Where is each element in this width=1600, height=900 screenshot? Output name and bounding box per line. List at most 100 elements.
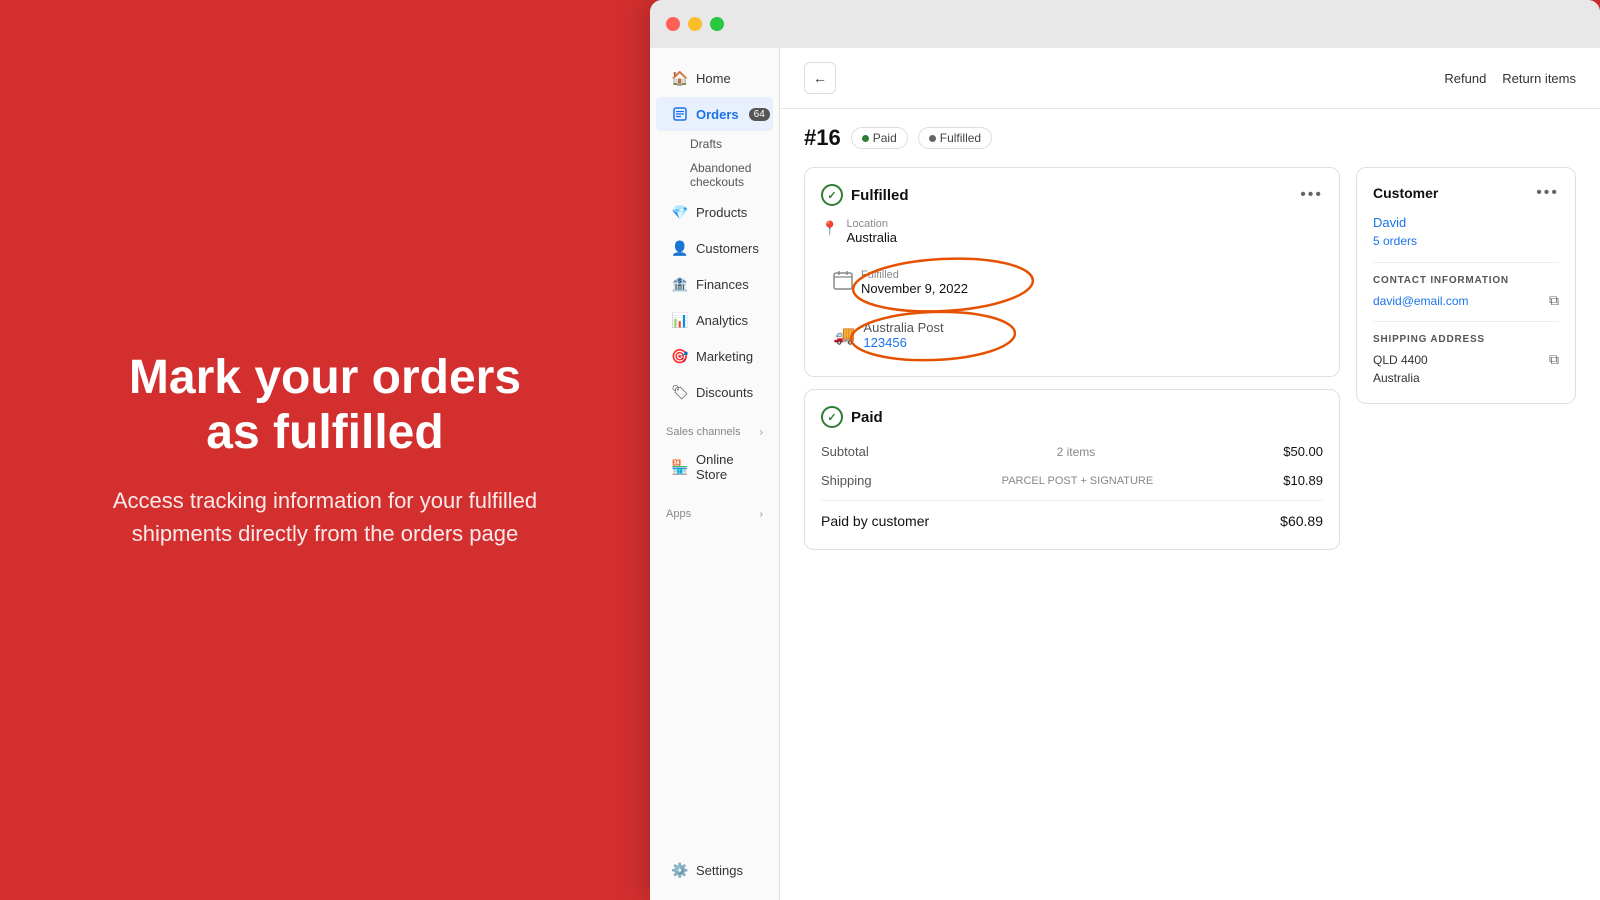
paid-label: Paid <box>873 131 897 145</box>
shipping-address-label: SHIPPING ADDRESS <box>1373 334 1559 345</box>
apps-chevron: › <box>760 509 763 520</box>
sidebar-label-customers: Customers <box>696 241 759 256</box>
marketing-icon: 🎯 <box>672 348 688 364</box>
fulfilled-card: ✓ Fulfilled ••• 📍 Location Austra <box>804 167 1340 377</box>
fulfillment-icon <box>833 270 853 295</box>
subtotal-row: Subtotal 2 items $50.00 <box>821 440 1323 463</box>
sidebar-item-abandoned[interactable]: Abandoned checkouts <box>650 156 779 194</box>
content-grid: ✓ Fulfilled ••• 📍 Location Austra <box>804 167 1576 550</box>
sidebar-item-finances[interactable]: 🏦 Finances <box>656 267 773 301</box>
main-column: ✓ Fulfilled ••• 📍 Location Austra <box>804 167 1340 550</box>
sidebar-item-discounts[interactable]: 🏷 Discounts <box>656 375 773 409</box>
sidebar-label-orders: Orders <box>696 107 739 122</box>
location-icon: 📍 <box>821 220 838 237</box>
address-line2: Australia <box>1373 369 1428 387</box>
sidebar-item-home[interactable]: 🏠 Home <box>656 61 773 95</box>
fulfilled-badge: Fulfilled <box>918 127 992 149</box>
fulfilled-more-button[interactable]: ••• <box>1300 186 1323 204</box>
main-header: ← Refund Return items <box>780 48 1600 109</box>
sidebar-item-analytics[interactable]: 📊 Analytics <box>656 303 773 337</box>
sidebar: 🏠 Home Orders 64 Drafts <box>650 48 780 900</box>
orders-icon <box>672 106 688 122</box>
fulfilled-card-header: ✓ Fulfilled ••• <box>821 184 1323 206</box>
settings-icon: ⚙️ <box>672 862 688 878</box>
contact-section: CONTACT INFORMATION david@email.com ⧉ <box>1373 262 1559 309</box>
sidebar-item-marketing[interactable]: 🎯 Marketing <box>656 339 773 373</box>
sidebar-label-marketing: Marketing <box>696 349 753 364</box>
total-row: Paid by customer $60.89 <box>821 509 1323 533</box>
sidebar-item-customers[interactable]: 👤 Customers <box>656 231 773 265</box>
back-button[interactable]: ← <box>804 62 836 94</box>
return-items-button[interactable]: Return items <box>1502 71 1576 86</box>
sidebar-label-discounts: Discounts <box>696 385 753 400</box>
customer-email: david@email.com <box>1373 294 1469 308</box>
divider <box>821 500 1323 501</box>
browser-window: 🏠 Home Orders 64 Drafts <box>650 0 1600 900</box>
order-title-row: #16 Paid Fulfilled <box>804 125 1576 151</box>
sidebar-label-drafts: Drafts <box>690 137 722 151</box>
address-text: QLD 4400 Australia <box>1373 351 1428 387</box>
tracking-number: 123456 <box>863 335 943 350</box>
header-actions: Refund Return items <box>1444 71 1576 86</box>
products-icon: 💎 <box>672 204 688 220</box>
location-value: Australia <box>846 230 897 245</box>
left-panel: Mark your orders as fulfilled Access tra… <box>0 0 650 900</box>
customer-card-title: Customer <box>1373 185 1438 201</box>
copy-email-button[interactable]: ⧉ <box>1549 292 1559 309</box>
copy-address-button[interactable]: ⧉ <box>1549 351 1559 368</box>
finances-icon: 🏦 <box>672 276 688 292</box>
traffic-light-red[interactable] <box>666 17 680 31</box>
fulfilled-check-icon: ✓ <box>821 184 843 206</box>
customer-card-header: Customer ••• <box>1373 184 1559 202</box>
customer-orders-link[interactable]: 5 orders <box>1373 234 1417 248</box>
fulfilled-card-title: ✓ Fulfilled <box>821 184 909 206</box>
sidebar-label-finances: Finances <box>696 277 749 292</box>
orders-badge: 64 <box>749 108 770 121</box>
sidebar-item-products[interactable]: 💎 Products <box>656 195 773 229</box>
sidebar-label-abandoned: Abandoned checkouts <box>690 161 751 189</box>
side-column: Customer ••• David 5 orders CONTACT INFO… <box>1356 167 1576 404</box>
apps-section: Apps › <box>650 500 779 524</box>
online-store-icon: 🏪 <box>672 459 688 475</box>
sidebar-label-analytics: Analytics <box>696 313 748 328</box>
fulfilled-dot <box>929 135 936 142</box>
headline: Mark your orders as fulfilled <box>129 350 521 460</box>
traffic-light-green[interactable] <box>710 17 724 31</box>
address-content: QLD 4400 Australia ⧉ <box>1373 351 1559 387</box>
refund-button[interactable]: Refund <box>1444 71 1486 86</box>
location-row: 📍 Location Australia <box>821 218 1323 245</box>
fulfillment-date: November 9, 2022 <box>861 281 968 296</box>
contact-label: CONTACT INFORMATION <box>1373 275 1559 286</box>
home-icon: 🏠 <box>672 70 688 86</box>
order-number: #16 <box>804 125 841 151</box>
customer-more-button[interactable]: ••• <box>1536 184 1559 202</box>
sidebar-label-home: Home <box>696 71 731 86</box>
sidebar-label-online-store: Online Store <box>696 452 757 482</box>
discounts-icon: 🏷 <box>672 384 688 400</box>
sidebar-item-online-store[interactable]: 🏪 Online Store <box>656 443 773 491</box>
sales-channels-section: Sales channels › <box>650 418 779 442</box>
analytics-icon: 📊 <box>672 312 688 328</box>
paid-check-icon: ✓ <box>821 406 843 428</box>
paid-card: ✓ Paid Subtotal 2 items $50.00 Shipping <box>804 389 1340 550</box>
sidebar-label-products: Products <box>696 205 747 220</box>
address-section: SHIPPING ADDRESS QLD 4400 Australia ⧉ <box>1373 321 1559 387</box>
main-body: #16 Paid Fulfilled <box>780 109 1600 900</box>
sales-channels-chevron: › <box>760 427 763 438</box>
location-label: Location <box>846 218 897 230</box>
tracking-carrier: Australia Post <box>863 320 943 335</box>
traffic-light-yellow[interactable] <box>688 17 702 31</box>
sidebar-item-orders[interactable]: Orders 64 <box>656 97 773 131</box>
fulfillment-date-row: Fulfilled November 9, 2022 <box>821 259 1323 306</box>
shipping-row: Shipping PARCEL POST + SIGNATURE $10.89 <box>821 469 1323 492</box>
browser-content: 🏠 Home Orders 64 Drafts <box>650 48 1600 900</box>
paid-badge: Paid <box>851 127 908 149</box>
main-content: ← Refund Return items #16 Paid <box>780 48 1600 900</box>
address-line1: QLD 4400 <box>1373 351 1428 369</box>
truck-icon: 🚚 <box>833 325 855 346</box>
sidebar-item-settings[interactable]: ⚙️ Settings <box>656 853 773 887</box>
traffic-lights <box>666 17 724 31</box>
customers-icon: 👤 <box>672 240 688 256</box>
customer-name-link[interactable]: David <box>1373 215 1406 230</box>
sidebar-item-drafts[interactable]: Drafts <box>650 132 779 156</box>
